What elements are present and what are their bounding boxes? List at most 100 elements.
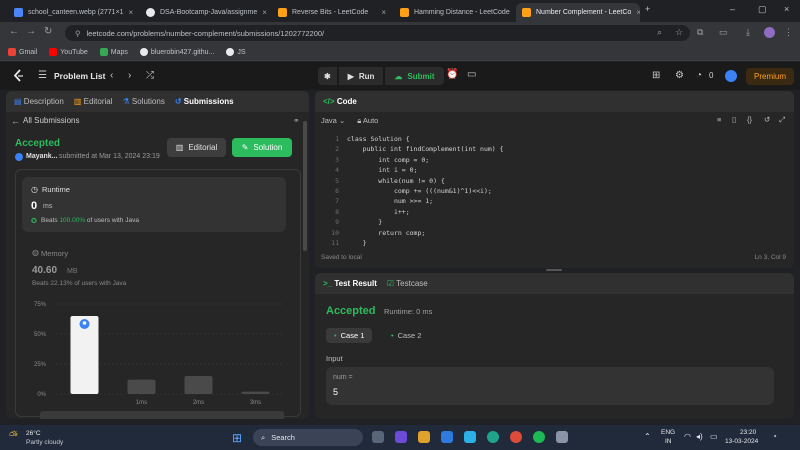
submitter-name[interactable]: Mayank... xyxy=(26,153,58,160)
tab-editorial[interactable]: ▥ Editorial xyxy=(74,97,113,106)
submit-button[interactable]: ☁ Submit xyxy=(385,67,444,85)
browser-tab[interactable]: school_canteen.webp (2771×1 × xyxy=(8,3,138,22)
reset-icon[interactable]: ↺ xyxy=(764,115,770,124)
solution-button[interactable]: ✎ Solution xyxy=(232,138,292,157)
window-close-icon[interactable]: × xyxy=(784,4,789,14)
fullscreen-icon[interactable]: ⤢ xyxy=(779,115,785,125)
file-explorer-icon[interactable] xyxy=(418,431,430,443)
wifi-icon[interactable]: ◠ xyxy=(684,432,691,441)
site-info-icon[interactable]: ⚲ xyxy=(75,29,81,38)
panel-scrollbar[interactable] xyxy=(303,121,307,251)
close-icon[interactable]: × xyxy=(381,8,386,17)
premium-button[interactable]: Premium xyxy=(746,68,795,85)
timer-icon[interactable]: ⏰ xyxy=(446,69,458,80)
weather-icon[interactable]: ⛅︎ xyxy=(9,430,18,443)
user-avatar[interactable] xyxy=(725,70,737,82)
battery-icon[interactable]: ▭ xyxy=(710,432,718,441)
github-icon xyxy=(226,48,235,56)
windows-taskbar: ⛅︎ 26°C Partly cloudy ⊞ ⌕ Search ⌃ ENG I… xyxy=(0,425,800,450)
bookmark-youtube[interactable]: YouTube xyxy=(49,48,88,56)
leetcode-logo-icon[interactable] xyxy=(12,69,25,83)
sidebar-icon[interactable]: ▭ xyxy=(719,27,728,38)
case-2-tab[interactable]: • Case 2 xyxy=(385,328,427,343)
teams-icon[interactable] xyxy=(395,431,407,443)
new-tab-icon[interactable]: + xyxy=(645,4,650,14)
braces-icon[interactable]: {} xyxy=(747,115,752,124)
editorial-button[interactable]: ▥ Editorial xyxy=(167,138,226,157)
layout-icon[interactable]: ⊞ xyxy=(652,70,660,81)
extensions-icon[interactable]: ⧉ xyxy=(697,27,703,38)
bookmark-star-icon[interactable]: ☆ xyxy=(675,27,683,38)
task-view-icon[interactable] xyxy=(372,431,384,443)
bookmark-github-page[interactable]: bluerobin427.githu... xyxy=(139,48,214,56)
list-icon[interactable]: ☰ xyxy=(38,70,47,81)
chrome-icon[interactable] xyxy=(510,431,522,443)
clock-date: 13-03-2024 xyxy=(725,438,759,445)
format-icon[interactable]: ≡ xyxy=(717,115,721,124)
maximize-icon[interactable]: ▢ xyxy=(758,4,767,15)
notification-icon[interactable]: ◔ xyxy=(772,432,777,441)
all-submissions-link[interactable]: All Submissions xyxy=(23,116,79,125)
browser-tab-active[interactable]: Number Complement - LeetCo × xyxy=(516,3,640,22)
terminal-icon: >_ xyxy=(323,279,333,288)
memory-label[interactable]: Memory xyxy=(41,249,68,258)
shuffle-icon[interactable]: ⤮ xyxy=(146,70,154,81)
edge-icon[interactable] xyxy=(487,431,499,443)
reload-icon[interactable]: ↻ xyxy=(44,26,52,37)
back-arrow-icon[interactable]: ← xyxy=(11,116,20,126)
address-bar[interactable]: ⚲ leetcode.com/problems/number-complemen… xyxy=(65,25,690,41)
pencil-icon: ✎ xyxy=(241,143,249,152)
browser-tab[interactable]: Hamming Distance - LeetCode × xyxy=(394,3,514,22)
tab-description[interactable]: ▤ Description xyxy=(14,97,64,106)
profile-avatar[interactable] xyxy=(764,27,775,38)
store-icon[interactable] xyxy=(441,431,453,443)
tab-test-result[interactable]: >_ Test Result xyxy=(323,279,377,288)
taskbar-search[interactable]: ⌕ Search xyxy=(253,429,363,446)
volume-icon[interactable]: ◂) xyxy=(696,432,703,441)
bookmark-maps[interactable]: Maps xyxy=(99,48,128,56)
close-icon[interactable]: × xyxy=(636,8,640,17)
forward-icon[interactable]: → xyxy=(26,26,36,37)
back-icon[interactable]: ← xyxy=(9,26,19,37)
close-icon[interactable]: × xyxy=(262,8,267,17)
next-problem-icon[interactable]: › xyxy=(128,70,131,81)
debug-button[interactable]: ✱ xyxy=(318,67,337,85)
language-select[interactable]: Java ⌄ xyxy=(321,116,345,125)
problem-list-link[interactable]: Problem List xyxy=(54,71,105,81)
windows-start-icon[interactable]: ⊞ xyxy=(232,431,242,445)
bookmark-gmail[interactable]: Gmail xyxy=(8,48,37,56)
tab-solutions[interactable]: ⚗ Solutions xyxy=(123,97,165,106)
input-box: num = 5 xyxy=(326,367,774,405)
url-text: leetcode.com/problems/number-complement/… xyxy=(86,28,325,38)
resize-handle[interactable] xyxy=(546,269,562,271)
tab-testcase[interactable]: ☑ Testcase xyxy=(387,279,428,288)
fire-icon[interactable]: ◔ xyxy=(696,70,702,81)
tray-chevron-icon[interactable]: ⌃ xyxy=(644,432,651,441)
language-code[interactable]: ENG xyxy=(661,429,675,436)
runtime-card[interactable]: ◷ Runtime 0 ms ✪ Beats 100.00% of users … xyxy=(22,177,286,232)
browser-tab[interactable]: DSA-Bootcamp-Java/assignme × xyxy=(140,3,270,22)
app-icon[interactable] xyxy=(556,431,568,443)
prev-problem-icon[interactable]: ‹ xyxy=(110,70,113,81)
bookmark-js[interactable]: JS xyxy=(226,48,246,56)
code-tab[interactable]: </> Code xyxy=(323,97,357,106)
code-editor[interactable]: 1 class Solution {2 public int findComple… xyxy=(315,131,794,247)
auto-mode[interactable]: 🔒︎ Auto xyxy=(357,116,378,126)
bookmark-icon[interactable]: ▯ xyxy=(732,115,736,124)
close-icon[interactable]: × xyxy=(129,8,134,17)
clock-time[interactable]: 23:20 xyxy=(740,429,756,436)
link-icon[interactable]: ⚭ xyxy=(293,116,300,125)
case-1-tab[interactable]: • Case 1 xyxy=(326,328,373,343)
run-button[interactable]: ▶ Run xyxy=(338,67,384,85)
settings-icon[interactable]: ⚙ xyxy=(675,70,684,81)
mail-icon[interactable] xyxy=(464,431,476,443)
chart-scrollbar[interactable] xyxy=(40,411,284,419)
tab-submissions[interactable]: ↺ Submissions xyxy=(175,97,234,106)
note-icon[interactable]: ▭ xyxy=(467,69,476,80)
download-icon[interactable]: ⤓ xyxy=(746,27,750,38)
minimize-icon[interactable]: – xyxy=(730,4,735,14)
browser-tab[interactable]: Reverse Bits - LeetCode × xyxy=(272,3,392,22)
search-icon[interactable]: ⌕ xyxy=(657,27,662,38)
menu-icon[interactable]: ⋮ xyxy=(784,27,793,38)
spotify-icon[interactable] xyxy=(533,431,545,443)
